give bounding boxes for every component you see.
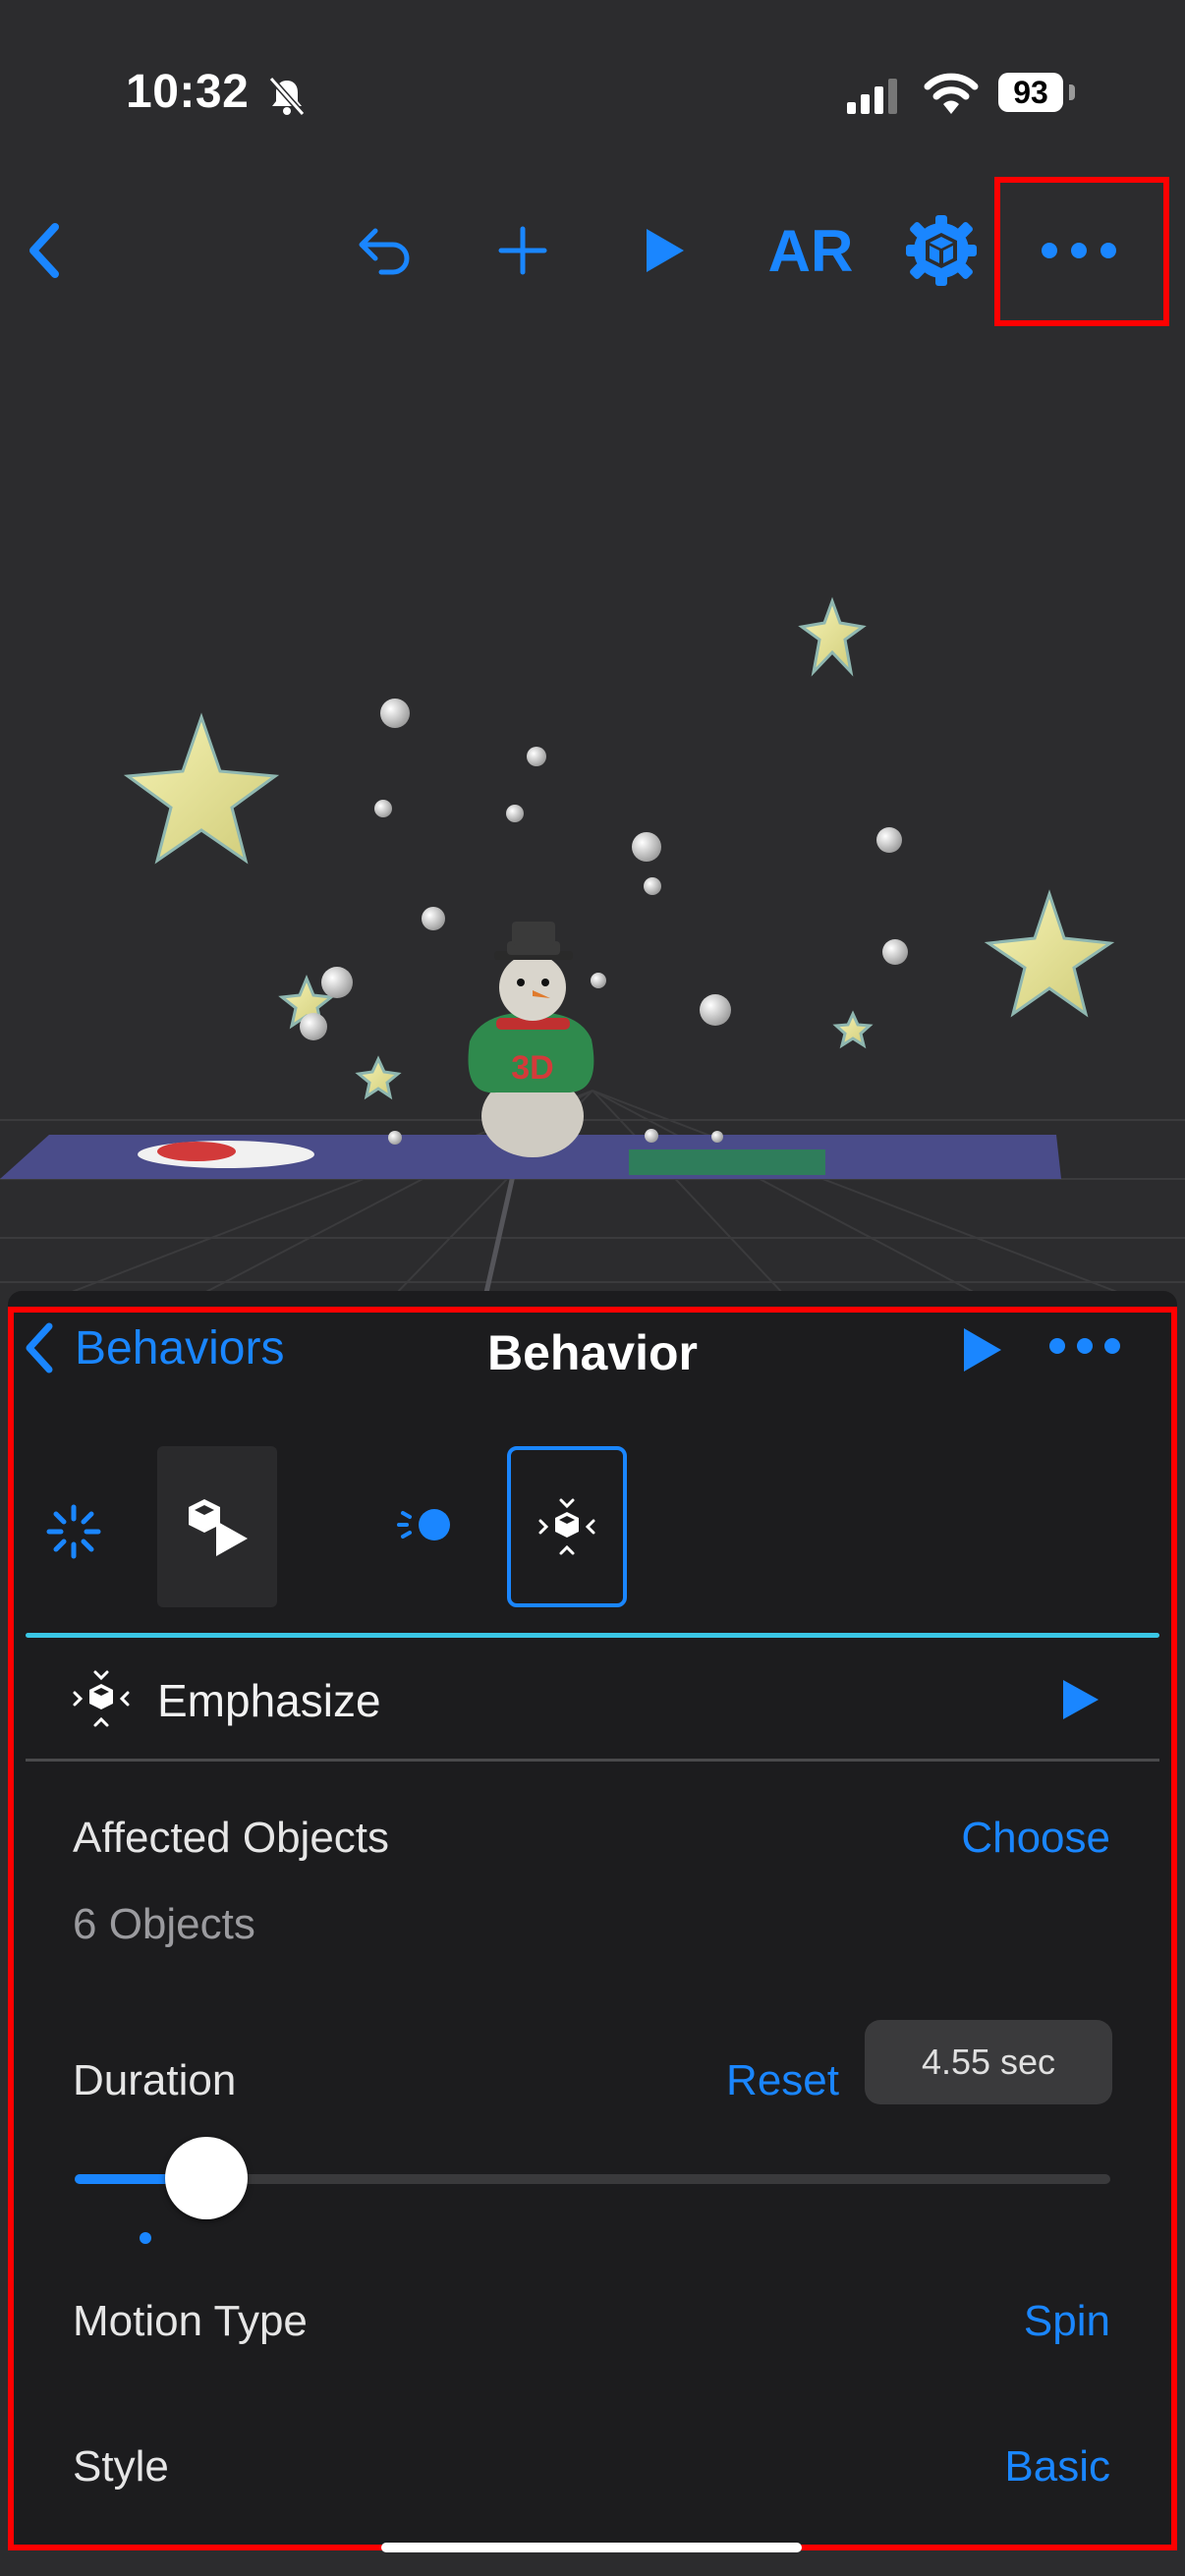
ar-button[interactable]: AR xyxy=(757,206,865,295)
battery-tip xyxy=(1069,84,1075,100)
board-santa xyxy=(157,1142,236,1161)
battery-indicator: 93 xyxy=(998,73,1063,112)
undo-button[interactable] xyxy=(346,206,424,295)
stars xyxy=(123,596,1115,1100)
add-icon xyxy=(498,226,547,275)
home-indicator[interactable] xyxy=(381,2543,802,2552)
wifi-icon xyxy=(924,73,979,114)
play-icon xyxy=(647,229,684,272)
bell-slash-icon xyxy=(268,77,306,116)
cellular-signal-icon xyxy=(847,79,898,114)
add-button[interactable] xyxy=(483,206,562,295)
star-2 xyxy=(984,889,1115,1018)
scene-canvas: 3D xyxy=(0,596,1185,1297)
undo-icon xyxy=(359,228,410,275)
star-5 xyxy=(355,1055,402,1100)
snowman: 3D xyxy=(468,922,594,1157)
scene-viewport[interactable]: 3D xyxy=(0,314,1185,1297)
back-button[interactable] xyxy=(6,206,85,295)
play-button[interactable] xyxy=(625,206,704,295)
back-chevron-icon xyxy=(29,223,59,278)
scene-settings-icon xyxy=(906,215,977,286)
star-1 xyxy=(123,712,280,865)
highlight-box-more xyxy=(994,177,1169,326)
scene-settings-button[interactable] xyxy=(902,206,981,295)
grid-floor xyxy=(0,1090,1185,1297)
star-3 xyxy=(798,596,867,677)
highlight-box-panel xyxy=(8,1307,1177,2550)
star-6 xyxy=(832,1010,874,1049)
ar-label: AR xyxy=(767,217,854,284)
board-green-panel xyxy=(629,1149,825,1175)
status-time: 10:32 xyxy=(126,66,250,118)
sweater-text: 3D xyxy=(511,1049,553,1087)
